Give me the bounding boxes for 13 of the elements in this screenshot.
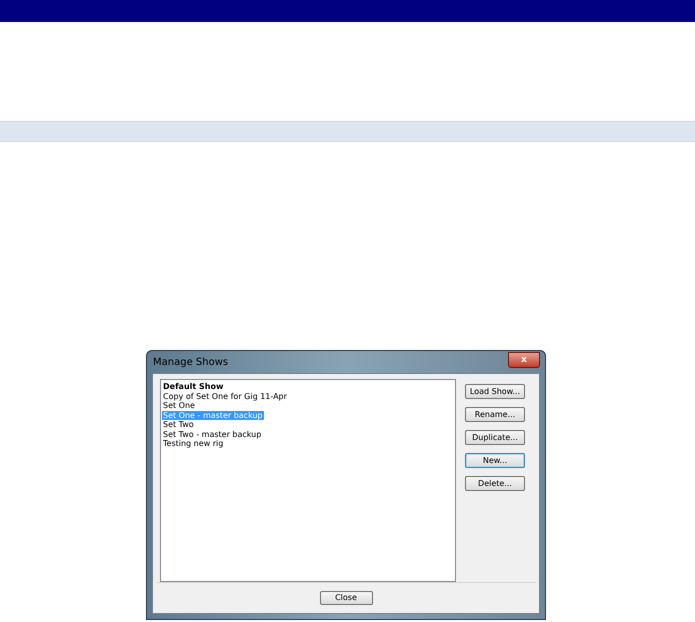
show-list-item[interactable]: Set Two	[162, 420, 195, 430]
dialog-button[interactable]: Duplicate...	[465, 430, 525, 445]
show-list-item[interactable]: Default Show	[162, 382, 224, 392]
dialog-button[interactable]: New...	[465, 453, 525, 468]
show-list-item[interactable]: Set One	[162, 401, 196, 410]
show-list-item[interactable]: Copy of Set One for Gig 11-Apr	[162, 392, 288, 401]
dialog-button[interactable]: Delete...	[465, 476, 525, 491]
show-list-item[interactable]: Set Two - master backup	[162, 430, 262, 439]
close-dialog-button[interactable]: Close	[320, 591, 372, 605]
dialog-button[interactable]: Rename...	[465, 407, 525, 422]
dialog-button[interactable]: Load Show...	[465, 384, 525, 399]
show-list-item[interactable]: Testing new rig	[162, 439, 224, 448]
window-title: Manage Shows	[152, 356, 228, 370]
